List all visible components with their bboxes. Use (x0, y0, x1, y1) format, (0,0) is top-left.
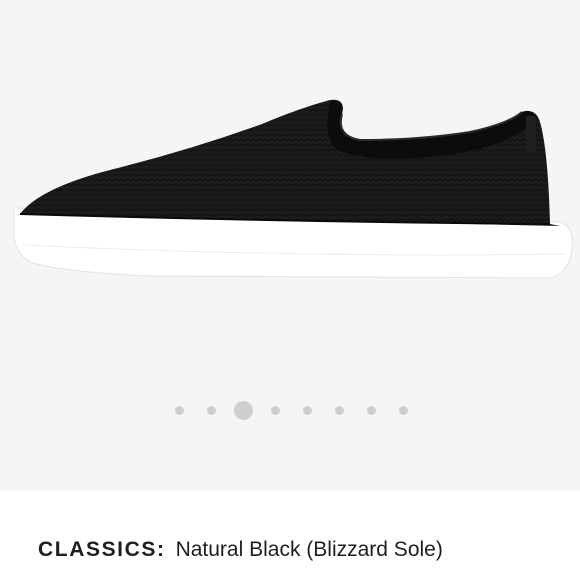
product-page: CLASSICS: Natural Black (Blizzard Sole) (0, 0, 580, 579)
carousel-dot-8[interactable] (398, 406, 408, 415)
carousel-dot-4[interactable] (270, 406, 280, 415)
slip-on-sneaker-image (13, 99, 573, 279)
product-gallery[interactable] (0, 0, 580, 491)
sneaker-upper (16, 99, 560, 226)
carousel-dot-2[interactable] (206, 406, 216, 415)
carousel-dots (0, 398, 580, 424)
product-caption: CLASSICS: Natural Black (Blizzard Sole) (38, 537, 443, 563)
carousel-dot-6[interactable] (334, 406, 344, 415)
collection-label: CLASSICS: (38, 538, 166, 561)
carousel-dot-5[interactable] (302, 406, 312, 415)
carousel-dot-3[interactable] (233, 401, 253, 420)
carousel-dot-7[interactable] (366, 406, 376, 415)
color-name: Natural Black (Blizzard Sole) (175, 538, 443, 561)
carousel-dot-1[interactable] (174, 406, 184, 415)
